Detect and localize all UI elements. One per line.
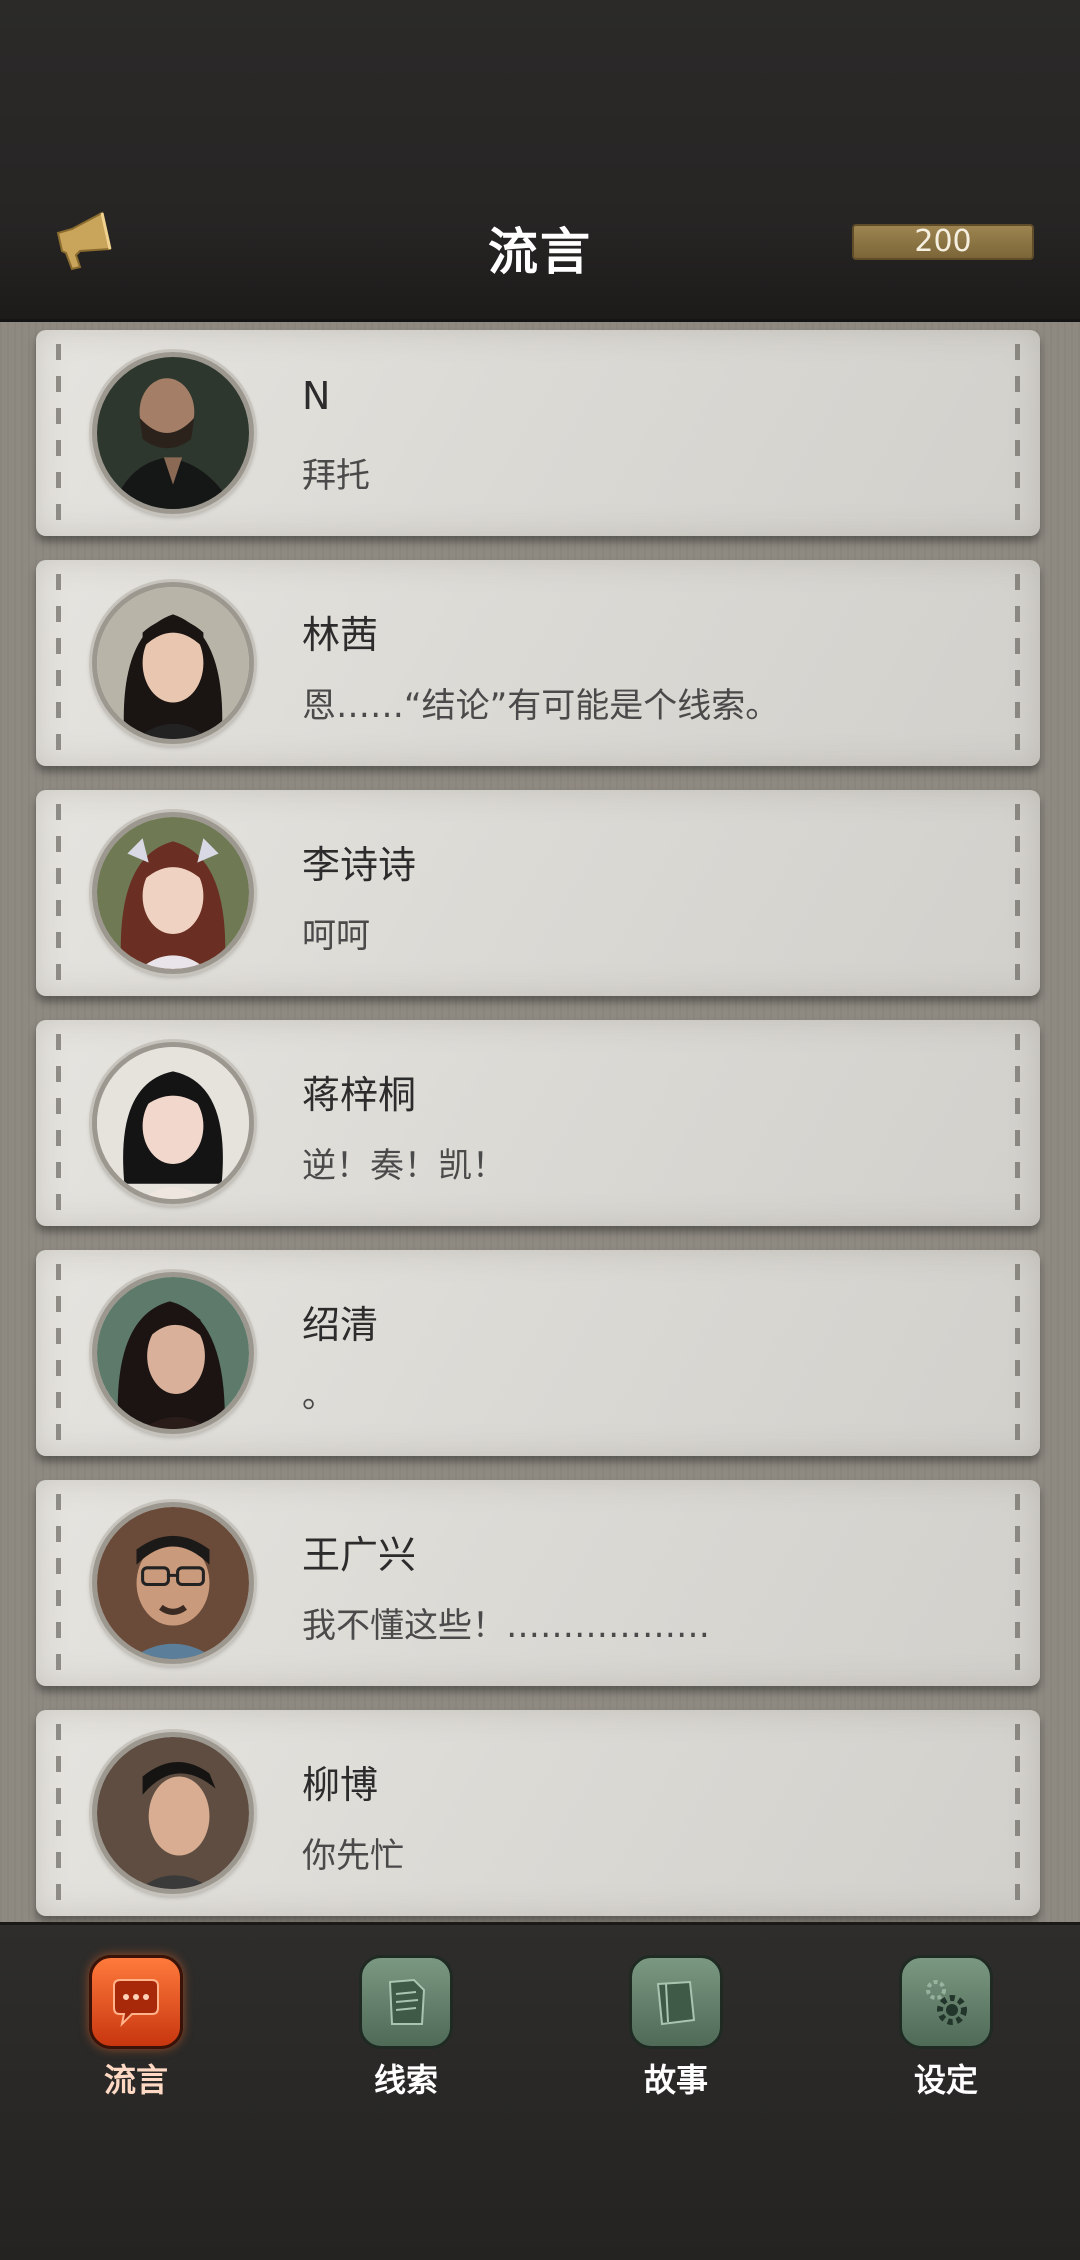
- contact-message: 我不懂这些！………………: [302, 1606, 710, 1646]
- nav-tab-clues[interactable]: 线索: [336, 1955, 476, 2101]
- card-stitch: [1015, 1264, 1020, 1442]
- nav-label: 故事: [643, 2061, 708, 2099]
- avatar: [92, 582, 254, 744]
- contact-list[interactable]: N 拜托 林茜 恩……“结论”有可能是个线索。 李诗诗 呵呵 蒋梓桐 逆！奏！凯…: [0, 322, 1080, 1922]
- book-icon: [629, 1955, 723, 2049]
- card-stitch: [56, 804, 61, 982]
- nav-label: 线索: [373, 2061, 438, 2099]
- contact-message: 你先忙: [302, 1836, 404, 1876]
- contact-name: 林茜: [302, 613, 379, 657]
- avatar: [92, 1732, 254, 1894]
- top-bar: 流言 200: [0, 0, 1080, 322]
- gear-icon: [899, 1955, 993, 2049]
- avatar: [92, 1272, 254, 1434]
- avatar: [92, 1502, 254, 1664]
- card-stitch: [56, 1494, 61, 1672]
- card-stitch: [1015, 1724, 1020, 1902]
- card-stitch: [1015, 344, 1020, 522]
- card-stitch: [56, 574, 61, 752]
- bottom-nav: 流言 线索 故事 设定: [0, 1922, 1080, 2260]
- card-stitch: [56, 1034, 61, 1212]
- contact-card-jiangzitong[interactable]: 蒋梓桐 逆！奏！凯！: [36, 1020, 1040, 1226]
- nav-tab-rumors[interactable]: 流言: [66, 1955, 206, 2101]
- chat-bubble-icon: [89, 1955, 183, 2049]
- contact-name: N: [302, 374, 331, 418]
- contact-message: 拜托: [302, 456, 370, 496]
- card-stitch: [1015, 1494, 1020, 1672]
- card-stitch: [1015, 574, 1020, 752]
- contact-name: 柳博: [302, 1763, 379, 1807]
- nav-tab-settings[interactable]: 设定: [876, 1955, 1016, 2101]
- contact-name: 蒋梓桐: [302, 1073, 417, 1117]
- avatar: [92, 352, 254, 514]
- contact-message: 恩……“结论”有可能是个线索。: [302, 686, 780, 726]
- contact-message: 逆！奏！凯！: [302, 1146, 506, 1186]
- app-screen: 流言 200 N 拜托 林茜 恩……“结论”有可能是个线索。 李诗诗 呵呵 蒋梓…: [0, 0, 1080, 2260]
- currency-counter: 200: [852, 224, 1034, 260]
- contact-name: 王广兴: [302, 1533, 417, 1577]
- card-stitch: [1015, 804, 1020, 982]
- contact-card-n[interactable]: N 拜托: [36, 330, 1040, 536]
- contact-name: 李诗诗: [302, 843, 417, 887]
- nav-tab-story[interactable]: 故事: [606, 1955, 746, 2101]
- card-stitch: [1015, 1034, 1020, 1212]
- card-stitch: [56, 1264, 61, 1442]
- contact-card-shaoqing[interactable]: 绍清 。: [36, 1250, 1040, 1456]
- card-stitch: [56, 344, 61, 522]
- contact-card-wangguangxing[interactable]: 王广兴 我不懂这些！………………: [36, 1480, 1040, 1686]
- contact-card-lishishi[interactable]: 李诗诗 呵呵: [36, 790, 1040, 996]
- contact-message: 呵呵: [302, 916, 370, 956]
- contact-name: 绍清: [302, 1303, 379, 1347]
- contact-card-liubo[interactable]: 柳博 你先忙: [36, 1710, 1040, 1916]
- nav-label: 流言: [103, 2061, 168, 2099]
- contact-message: 。: [302, 1376, 336, 1416]
- avatar: [92, 812, 254, 974]
- card-stitch: [56, 1724, 61, 1902]
- avatar: [92, 1042, 254, 1204]
- contact-card-linxi[interactable]: 林茜 恩……“结论”有可能是个线索。: [36, 560, 1040, 766]
- nav-label: 设定: [913, 2061, 978, 2099]
- document-icon: [359, 1955, 453, 2049]
